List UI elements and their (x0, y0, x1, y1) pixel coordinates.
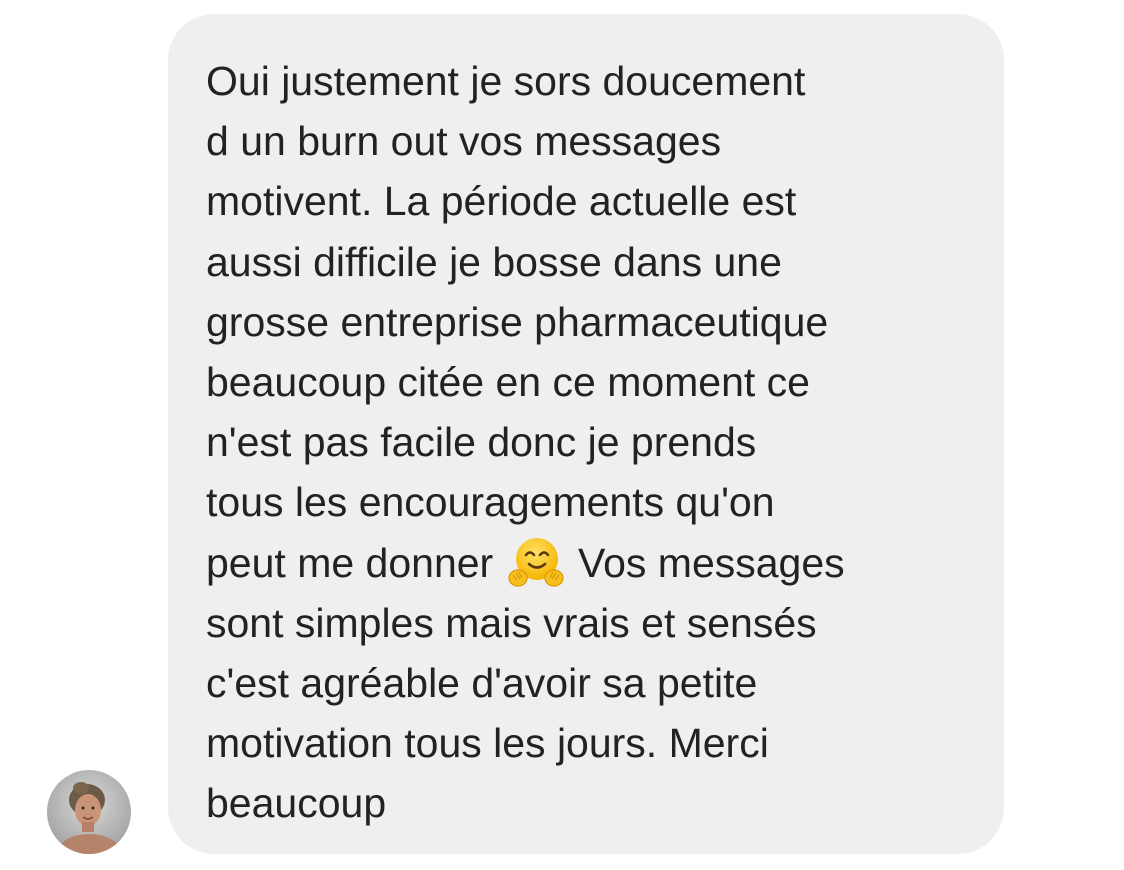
avatar-photo-icon (47, 770, 131, 854)
message-line: d un burn out vos messages (206, 118, 722, 165)
message-line: motivent. La période actuelle est (206, 178, 797, 225)
chat-thread: Oui justement je sors doucement d un bur… (0, 0, 1124, 870)
message-fragment: peut me donner (206, 539, 494, 586)
message-line: grosse entreprise pharmaceutique (206, 298, 829, 345)
message-line: beaucoup (206, 780, 387, 827)
message-line: sont simples mais vrais et sensés (206, 599, 817, 646)
message-fragment: Vos messages (578, 539, 845, 586)
message-line: tous les encouragements qu'on (206, 479, 775, 526)
message-text: Oui justement je sors doucement d un bur… (206, 51, 974, 833)
message-bubble[interactable]: Oui justement je sors doucement d un bur… (168, 14, 1004, 854)
message-line: n'est pas facile donc je prends (206, 419, 757, 466)
message-line: beaucoup citée en ce moment ce (206, 358, 810, 405)
message-line: motivation tous les jours. Merci (206, 720, 769, 767)
message-line: aussi difficile je bosse dans une (206, 238, 782, 285)
message-line: c'est agréable d'avoir sa petite (206, 659, 758, 706)
avatar[interactable] (47, 770, 131, 854)
hugging-face-icon (507, 535, 565, 589)
message-line-with-emoji: peut me donner Vos messages (206, 533, 974, 593)
message-line: Oui justement je sors doucement (206, 58, 806, 104)
